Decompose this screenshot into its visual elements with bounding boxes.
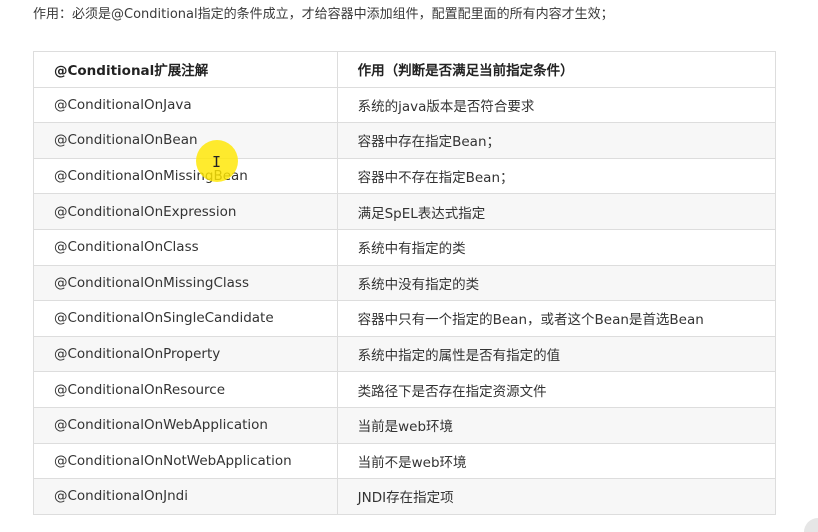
purpose-cell: 类路径下是否存在指定资源文件 [336, 371, 777, 408]
table-row: @ConditionalOnBean 容器中存在指定Bean； [33, 122, 777, 159]
scroll-corner [804, 518, 818, 532]
table-row: @ConditionalOnMissingBean 容器中不存在指定Bean； [33, 157, 777, 195]
annotation-cell: @ConditionalOnSingleCandidate [33, 300, 338, 337]
table-row: @ConditionalOnResource 类路径下是否存在指定资源文件 [33, 371, 777, 408]
purpose-cell: 满足SpEL表达式指定 [336, 193, 777, 230]
table-row: @ConditionalOnSingleCandidate 容器中只有一个指定的… [33, 300, 777, 337]
purpose-cell: 系统中没有指定的类 [336, 264, 777, 302]
annotation-cell: @ConditionalOnNotWebApplication [33, 442, 338, 480]
annotation-cell: @ConditionalOnJndi [33, 478, 338, 515]
table-row: @ConditionalOnJndi JNDI存在指定项 [33, 478, 777, 515]
purpose-cell: JNDI存在指定项 [336, 478, 777, 515]
annotation-cell: @ConditionalOnProperty [33, 335, 338, 373]
table-row: @ConditionalOnMissingClass 系统中没有指定的类 [33, 264, 777, 302]
annotation-cell: @ConditionalOnWebApplication [33, 406, 338, 444]
table-row: @ConditionalOnClass 系统中有指定的类 [33, 228, 777, 266]
purpose-cell: 容器中存在指定Bean； [336, 122, 777, 159]
table-row: @ConditionalOnProperty 系统中指定的属性是否有指定的值 [33, 335, 777, 373]
header-annotation: @Conditional扩展注解 [33, 51, 338, 88]
table-header-row: @Conditional扩展注解 作用（判断是否满足当前指定条件） [33, 51, 777, 88]
annotation-cell: @ConditionalOnExpression [33, 193, 338, 230]
purpose-cell: 系统中指定的属性是否有指定的值 [336, 335, 777, 373]
purpose-cell: 容器中不存在指定Bean； [336, 157, 777, 195]
intro-paragraph: 作用：必须是@Conditional指定的条件成立，才给容器中添加组件，配置配里… [33, 7, 614, 22]
annotation-cell: @ConditionalOnClass [33, 228, 338, 266]
table-row: @ConditionalOnExpression 满足SpEL表达式指定 [33, 193, 777, 230]
table-row: @ConditionalOnNotWebApplication 当前不是web环… [33, 442, 777, 480]
annotation-cell: @ConditionalOnBean [33, 122, 338, 159]
annotation-cell: @ConditionalOnMissingClass [33, 264, 338, 302]
purpose-cell: 系统中有指定的类 [336, 228, 777, 266]
purpose-cell: 当前不是web环境 [336, 442, 777, 480]
annotation-cell: @ConditionalOnResource [33, 371, 338, 408]
document-page: 作用：必须是@Conditional指定的条件成立，才给容器中添加组件，配置配里… [0, 0, 818, 532]
purpose-cell: 当前是web环境 [336, 406, 777, 444]
annotation-cell: @ConditionalOnMissingBean [33, 157, 338, 195]
table-row: @ConditionalOnJava 系统的java版本是否符合要求 [33, 86, 777, 124]
conditional-annotations-table: @Conditional扩展注解 作用（判断是否满足当前指定条件） @Condi… [33, 51, 777, 515]
annotation-cell: @ConditionalOnJava [33, 86, 338, 124]
header-purpose: 作用（判断是否满足当前指定条件） [336, 51, 777, 88]
purpose-cell: 容器中只有一个指定的Bean，或者这个Bean是首选Bean [336, 300, 777, 337]
purpose-cell: 系统的java版本是否符合要求 [336, 86, 777, 124]
table-row: @ConditionalOnWebApplication 当前是web环境 [33, 406, 777, 444]
